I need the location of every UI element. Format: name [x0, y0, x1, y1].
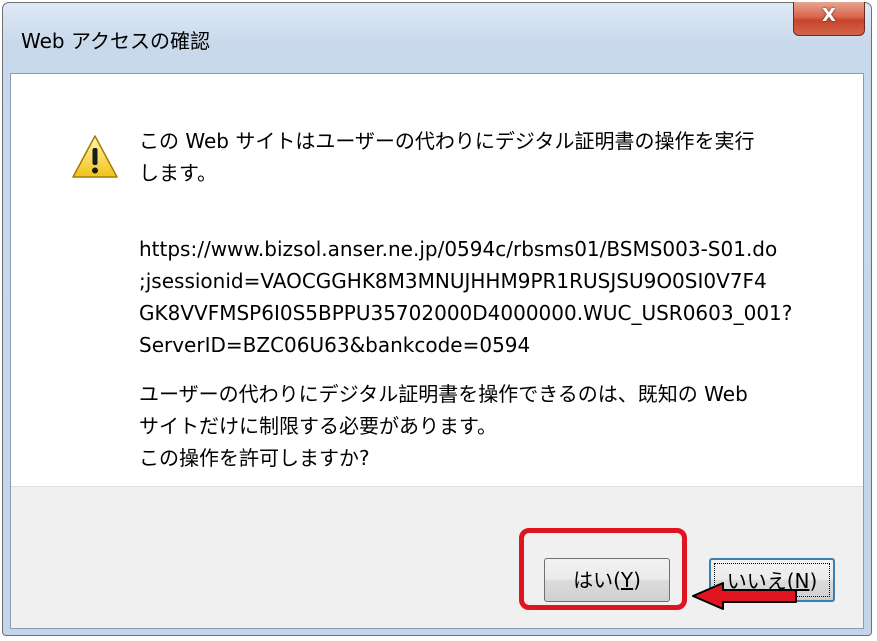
message-area: この Web サイトはユーザーの代わりにデジタル証明書の操作を実行 します。 h…: [11, 74, 863, 486]
main-message: この Web サイトはユーザーの代わりにデジタル証明書の操作を実行 します。: [139, 129, 755, 185]
dialog-window: Web アクセスの確認 X この Web サイトはユーザーの代わりにデジタル証明…: [2, 2, 872, 636]
dialog-title: Web アクセスの確認: [21, 29, 210, 53]
dialog-body: この Web サイトはユーザーの代わりにデジタル証明書の操作を実行 します。 h…: [10, 73, 864, 629]
warning-icon: [72, 135, 118, 178]
close-button[interactable]: X: [793, 2, 865, 36]
close-icon: X: [822, 5, 836, 26]
site-url: https://www.bizsol.anser.ne.jp/0594c/rbs…: [139, 237, 793, 357]
arrow-icon: [692, 582, 797, 610]
title-bar[interactable]: Web アクセスの確認 X: [3, 2, 871, 75]
highlight-box: [519, 528, 687, 610]
confirmation-question: ユーザーの代わりにデジタル証明書を操作できるのは、既知の Web サイトだけに制…: [139, 382, 748, 470]
